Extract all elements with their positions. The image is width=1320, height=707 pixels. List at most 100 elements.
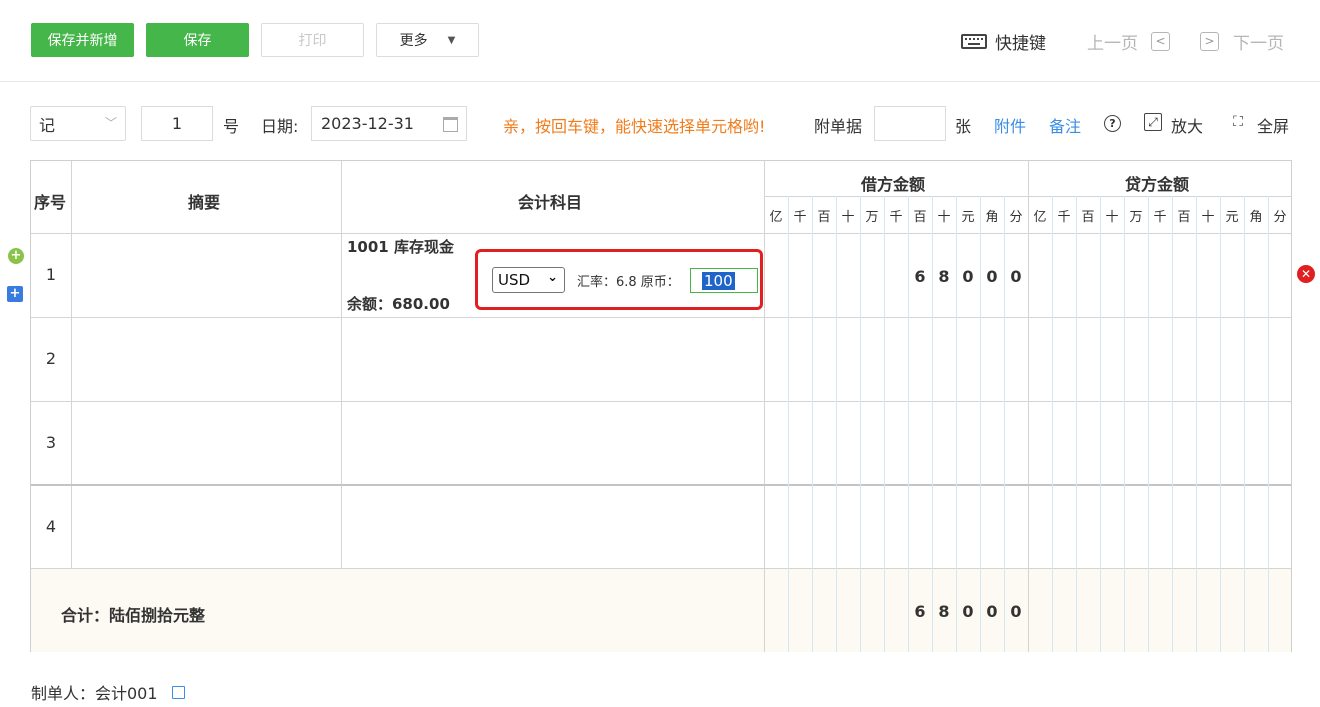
debit-unit-label: 千 bbox=[889, 210, 903, 225]
debit-unit-label: 千 bbox=[793, 210, 807, 225]
credit-digit-divider bbox=[1220, 196, 1221, 652]
debit-unit-label: 百 bbox=[817, 210, 831, 225]
chevron-left-icon: < bbox=[1151, 31, 1170, 51]
voucher-word-value: 记 bbox=[39, 115, 56, 135]
debit-unit-label: 十 bbox=[841, 210, 855, 225]
debit-unit-label: 分 bbox=[1009, 210, 1023, 225]
credit-digit-divider bbox=[1052, 196, 1053, 652]
credit-unit-label: 亿 bbox=[1033, 210, 1047, 225]
edit-icon[interactable] bbox=[171, 685, 185, 699]
credit-digit-divider bbox=[1076, 196, 1077, 652]
voucher-number-input[interactable]: 1 bbox=[141, 106, 213, 141]
date-label: 日期: bbox=[261, 117, 299, 136]
debit-unit-label: 十 bbox=[937, 210, 951, 225]
credit-unit-label: 十 bbox=[1105, 210, 1119, 225]
attach-count-input[interactable] bbox=[874, 106, 946, 141]
credit-digit-divider bbox=[1148, 196, 1149, 652]
prev-label: 上一页 bbox=[1087, 33, 1138, 54]
credit-unit-label: 千 bbox=[1153, 210, 1167, 225]
prev-page-button[interactable]: 上一页 < bbox=[1087, 26, 1170, 56]
footer: 制单人：会计001 bbox=[31, 680, 185, 704]
caret-down-icon: ▼ bbox=[447, 34, 456, 46]
total-label: 合计：陆佰捌拾元整 bbox=[61, 606, 206, 625]
attach-count-label: 附单据 bbox=[814, 117, 863, 136]
more-dropdown[interactable]: 更多 ▼ bbox=[376, 23, 479, 57]
debit-digit-divider bbox=[860, 196, 861, 652]
row1-debit-digit: 0 bbox=[962, 267, 974, 286]
date-value: 2023-12-31 bbox=[321, 114, 414, 133]
credit-unit-label: 分 bbox=[1273, 210, 1287, 225]
total-row bbox=[31, 568, 1291, 652]
date-input[interactable]: 2023-12-31 bbox=[311, 106, 467, 141]
row-seq-3: 3 bbox=[45, 433, 57, 452]
fullscreen-icon[interactable]: ⛶ bbox=[1230, 114, 1246, 130]
zoom-label[interactable]: 放大 bbox=[1171, 113, 1203, 137]
debit-digit-divider bbox=[932, 196, 933, 652]
chevron-down-icon: ⌄ bbox=[547, 270, 558, 285]
row1-debit-digit: 0 bbox=[986, 267, 998, 286]
shortcut-label: 快捷键 bbox=[995, 33, 1046, 54]
fullscreen-label[interactable]: 全屏 bbox=[1257, 113, 1289, 137]
credit-digit-divider bbox=[1124, 196, 1125, 652]
zoom-icon[interactable]: ⤢ bbox=[1144, 113, 1162, 131]
total-debit-digit: 0 bbox=[1010, 602, 1022, 621]
debit-unit-label: 百 bbox=[913, 210, 927, 225]
row-seq-4: 4 bbox=[45, 517, 57, 536]
credit-unit-label: 百 bbox=[1081, 210, 1095, 225]
col-seq-header: 序号 bbox=[34, 193, 67, 212]
col-debit-header: 借方金额 bbox=[861, 175, 926, 194]
enter-key-hint: 亲，按回车键，能快速选择单元格哟! bbox=[503, 117, 766, 136]
voucher-word-select[interactable]: 记 ﹀ bbox=[30, 106, 126, 141]
shortcut-button[interactable]: 快捷键 bbox=[961, 26, 1046, 56]
debit-digit-divider bbox=[788, 196, 789, 652]
credit-unit-label: 元 bbox=[1225, 210, 1239, 225]
row-seq-2: 2 bbox=[45, 349, 57, 368]
col-summary-header: 摘要 bbox=[188, 193, 221, 212]
debit-unit-label: 元 bbox=[961, 210, 975, 225]
save-button[interactable]: 保存 bbox=[146, 23, 249, 57]
row1-debit-digit: 6 bbox=[914, 267, 926, 286]
credit-unit-label: 十 bbox=[1201, 210, 1215, 225]
currency-select[interactable]: USD ⌄ bbox=[492, 267, 565, 293]
attach-unit-label: 张 bbox=[955, 117, 972, 136]
number-suffix-label: 号 bbox=[223, 117, 240, 136]
total-debit-digit: 0 bbox=[962, 602, 974, 621]
print-button[interactable]: 打印 bbox=[261, 23, 364, 57]
debit-digit-divider bbox=[836, 196, 837, 652]
credit-digit-divider bbox=[1268, 196, 1269, 652]
credit-unit-label: 角 bbox=[1249, 210, 1263, 225]
row1-debit-digit: 8 bbox=[938, 267, 950, 286]
next-label: 下一页 bbox=[1233, 33, 1284, 54]
add-row-icon[interactable]: + bbox=[8, 248, 24, 264]
account-name[interactable]: 1001 库存现金 bbox=[347, 236, 454, 257]
debit-unit-label: 万 bbox=[865, 210, 879, 225]
help-icon[interactable]: ? bbox=[1104, 115, 1121, 132]
debit-digit-divider bbox=[1004, 196, 1005, 652]
insert-row-icon[interactable]: + bbox=[7, 286, 23, 302]
original-amount-input[interactable]: 100 bbox=[690, 268, 758, 293]
attachment-link[interactable]: 附件 bbox=[994, 113, 1026, 137]
debit-unit-label: 亿 bbox=[769, 210, 783, 225]
debit-digit-divider bbox=[980, 196, 981, 652]
next-page-button[interactable]: > 下一页 bbox=[1200, 26, 1284, 56]
delete-row-icon[interactable]: ✕ bbox=[1297, 265, 1315, 283]
total-debit-digit: 8 bbox=[938, 602, 950, 621]
save-and-new-button[interactable]: 保存并新增 bbox=[31, 23, 134, 57]
credit-digit-divider bbox=[1196, 196, 1197, 652]
debit-digit-divider bbox=[812, 196, 813, 652]
row-seq-1: 1 bbox=[45, 265, 57, 284]
credit-unit-label: 千 bbox=[1057, 210, 1071, 225]
debit-digit-divider bbox=[884, 196, 885, 652]
debit-digit-divider bbox=[956, 196, 957, 652]
remark-link[interactable]: 备注 bbox=[1049, 113, 1081, 137]
col-credit-header: 贷方金额 bbox=[1125, 175, 1190, 194]
exchange-rate-text: 汇率：6.8 原币： bbox=[577, 275, 680, 290]
debit-digit-divider bbox=[908, 196, 909, 652]
toolbar: 保存并新增 保存 打印 更多 ▼ 快捷键 上一页 < > 下一页 bbox=[0, 0, 1320, 82]
col-account-header: 会计科目 bbox=[518, 193, 583, 212]
chevron-right-icon: > bbox=[1200, 31, 1219, 51]
currency-value: USD bbox=[498, 271, 531, 289]
credit-unit-label: 万 bbox=[1129, 210, 1143, 225]
maker-label: 制单人：会计001 bbox=[31, 684, 158, 703]
chevron-down-icon: ﹀ bbox=[104, 116, 117, 130]
